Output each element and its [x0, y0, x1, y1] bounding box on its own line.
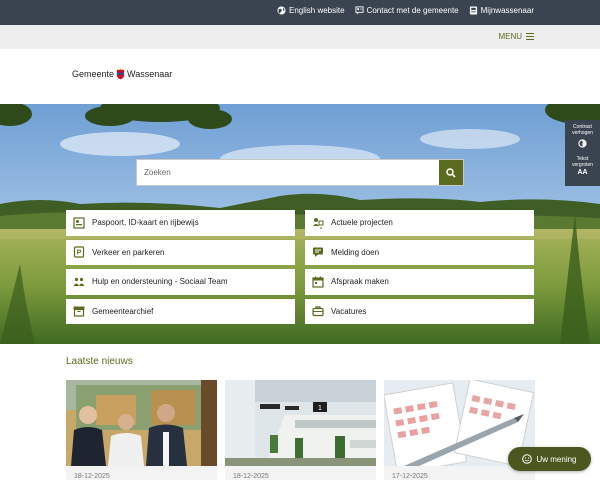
coat-of-arms-icon: [116, 68, 125, 80]
tile-gemeentearchief[interactable]: Gemeentearchief: [66, 298, 295, 324]
quick-links-grid: Paspoort, ID-kaart en rijbewijs Actuele …: [66, 210, 534, 324]
text-size-icon: AA: [577, 169, 588, 176]
contrast-icon: [578, 139, 587, 148]
search-button[interactable]: [439, 160, 463, 185]
parking-icon: P: [73, 246, 85, 258]
tile-label: Gemeentearchief: [92, 306, 154, 316]
tile-label: Actuele projecten: [331, 218, 393, 228]
office-interior-photo: 1: [225, 380, 376, 466]
tile-actuele-projecten[interactable]: Actuele projecten: [305, 210, 534, 236]
feedback-button[interactable]: Uw mening: [508, 447, 591, 471]
english-website-label: English website: [288, 6, 345, 15]
utility-links: English website Contact met de gemeente …: [277, 6, 534, 15]
news-date: 18-12-2025: [74, 473, 110, 480]
logo-text-gemeente: Gemeente: [72, 69, 115, 79]
header: Gemeente Wassenaar: [0, 49, 600, 104]
projects-icon: [313, 217, 324, 229]
tile-vacatures[interactable]: Vacatures: [305, 298, 534, 324]
briefcase-icon: [312, 306, 324, 317]
contrast-label-line2: verhogen: [572, 130, 593, 136]
mijnwassenaar-label: Mijnwassenaar: [480, 6, 534, 15]
globe-icon: [277, 6, 286, 15]
tile-label: Verkeer en parkeren: [92, 247, 165, 257]
search-icon: [446, 167, 456, 178]
english-website-link[interactable]: English website: [277, 6, 345, 15]
menu-bar: MENU: [0, 25, 600, 49]
contact-label: Contact met de gemeente: [366, 6, 459, 15]
report-icon: [313, 247, 323, 258]
news-card[interactable]: 18-12-2025: [66, 380, 217, 480]
tile-verkeer[interactable]: P Verkeer en parkeren: [66, 239, 295, 265]
accessibility-panel: Contrast verhogen Tekst vergroten AA: [565, 120, 600, 186]
three-men-photo: [66, 380, 217, 466]
tile-label: Vacatures: [331, 306, 367, 316]
tile-label: Afspraak maken: [331, 277, 389, 287]
tile-label: Paspoort, ID-kaart en rijbewijs: [92, 218, 199, 228]
menu-button[interactable]: MENU: [498, 32, 534, 41]
site-logo[interactable]: Gemeente Wassenaar: [72, 68, 172, 80]
tile-paspoort[interactable]: Paspoort, ID-kaart en rijbewijs: [66, 210, 295, 236]
account-icon: [469, 6, 477, 15]
svg-text:1: 1: [318, 405, 322, 412]
search-bar: [136, 159, 464, 186]
mijnwassenaar-link[interactable]: Mijnwassenaar: [469, 6, 534, 15]
top-utility-bar: English website Contact met de gemeente …: [0, 0, 600, 25]
news-card[interactable]: 1 18-12-2025: [225, 380, 376, 480]
news-section-title: Laatste nieuws: [66, 356, 133, 367]
archive-icon: [73, 306, 85, 317]
text-size-toggle[interactable]: Tekst vergroten AA: [565, 150, 600, 178]
appointment-icon: [312, 276, 324, 288]
tile-hulp-ondersteuning[interactable]: Hulp en ondersteuning - Sociaal Team: [66, 269, 295, 295]
tile-melding-doen[interactable]: Melding doen: [305, 239, 534, 265]
tile-label: Hulp en ondersteuning - Sociaal Team: [92, 277, 228, 287]
search-input[interactable]: [137, 160, 440, 185]
tile-label: Melding doen: [331, 247, 380, 257]
contrast-toggle[interactable]: Contrast verhogen: [565, 120, 600, 150]
svg-text:P: P: [77, 250, 82, 257]
people-icon: [73, 277, 85, 286]
smiley-icon: [522, 454, 533, 464]
hamburger-icon: [526, 33, 534, 40]
news-date: 17-12-2025: [392, 473, 428, 480]
menu-label: MENU: [498, 32, 522, 41]
contact-icon: [355, 6, 364, 15]
tile-afspraak-maken[interactable]: Afspraak maken: [305, 269, 534, 295]
hero-section: Paspoort, ID-kaart en rijbewijs Actuele …: [0, 104, 600, 344]
id-card-icon: [73, 217, 85, 229]
feedback-label: Uw mening: [536, 454, 577, 464]
contact-link[interactable]: Contact met de gemeente: [355, 6, 459, 15]
logo-text-wassenaar: Wassenaar: [127, 69, 173, 79]
news-date: 18-12-2025: [233, 473, 269, 480]
